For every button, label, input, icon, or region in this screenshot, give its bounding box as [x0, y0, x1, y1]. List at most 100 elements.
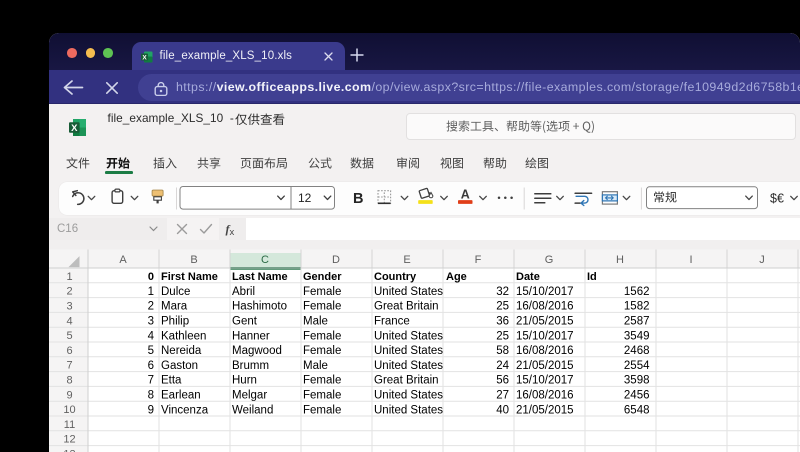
svg-text:Mara: Mara: [161, 300, 188, 312]
svg-text:27: 27: [496, 389, 509, 401]
svg-text:First Name: First Name: [161, 271, 218, 283]
svg-text:Female: Female: [303, 374, 341, 386]
svg-text:4: 4: [66, 315, 72, 327]
svg-text:A: A: [119, 254, 127, 266]
svg-text:3: 3: [66, 300, 72, 312]
svg-text:11: 11: [64, 418, 75, 430]
svg-text:2456: 2456: [624, 389, 650, 401]
svg-text:Great Britain: Great Britain: [374, 374, 439, 386]
svg-text:Country: Country: [374, 271, 417, 283]
svg-text:40: 40: [496, 404, 509, 416]
svg-text:B: B: [353, 191, 363, 207]
svg-text:6: 6: [148, 359, 154, 371]
svg-text:5: 5: [148, 345, 154, 357]
svg-text:E: E: [403, 254, 410, 266]
svg-text:3549: 3549: [624, 330, 650, 342]
svg-text:Gent: Gent: [232, 315, 258, 327]
svg-text:$€: $€: [770, 191, 784, 205]
svg-text:Brumm: Brumm: [232, 359, 269, 371]
svg-text:G: G: [545, 254, 554, 266]
svg-text:Gaston: Gaston: [161, 359, 198, 371]
svg-text:1582: 1582: [624, 300, 650, 312]
svg-text:56: 56: [496, 374, 509, 386]
svg-text:58: 58: [496, 345, 509, 357]
svg-text:X: X: [71, 123, 78, 134]
svg-text:Hanner: Hanner: [232, 330, 270, 342]
svg-text:Weiland: Weiland: [232, 404, 273, 416]
svg-text:3: 3: [148, 315, 154, 327]
svg-text:21/05/2015: 21/05/2015: [516, 359, 574, 371]
svg-text:32: 32: [496, 285, 509, 297]
svg-text:2587: 2587: [624, 315, 650, 327]
svg-text:12: 12: [63, 433, 75, 445]
svg-text:9: 9: [148, 404, 154, 416]
svg-text:2: 2: [148, 300, 154, 312]
svg-text:2468: 2468: [624, 345, 650, 357]
svg-text:Female: Female: [303, 345, 341, 357]
svg-text:D: D: [332, 254, 340, 266]
svg-text:Dulce: Dulce: [161, 285, 190, 297]
svg-text:Date: Date: [516, 271, 540, 283]
svg-text:Etta: Etta: [161, 374, 182, 386]
svg-text:United States: United States: [374, 404, 443, 416]
svg-text:Male: Male: [303, 359, 328, 371]
svg-text:15/10/2017: 15/10/2017: [516, 285, 574, 297]
svg-text:France: France: [374, 315, 410, 327]
svg-text:Kathleen: Kathleen: [161, 330, 206, 342]
svg-text:J: J: [759, 254, 765, 266]
svg-text:25: 25: [496, 300, 509, 312]
svg-text:B: B: [190, 254, 197, 266]
svg-text:C: C: [261, 254, 269, 266]
svg-text:United States: United States: [374, 389, 443, 401]
svg-text:Female: Female: [303, 330, 341, 342]
svg-text:United States: United States: [374, 359, 443, 371]
svg-text:15/10/2017: 15/10/2017: [516, 374, 574, 386]
svg-text:Male: Male: [303, 315, 328, 327]
svg-text:H: H: [616, 254, 624, 266]
svg-text:Female: Female: [303, 285, 341, 297]
svg-text:21/05/2015: 21/05/2015: [516, 315, 574, 327]
svg-text:Magwood: Magwood: [232, 345, 282, 357]
svg-text:Great Britain: Great Britain: [374, 300, 439, 312]
svg-text:Nereida: Nereida: [161, 345, 202, 357]
svg-text:1: 1: [66, 270, 72, 282]
svg-text:7: 7: [66, 359, 72, 371]
svg-text:United States: United States: [374, 345, 443, 357]
svg-text:Female: Female: [303, 300, 341, 312]
svg-text:Hashimoto: Hashimoto: [232, 300, 287, 312]
svg-text:12: 12: [298, 191, 312, 205]
svg-text:8: 8: [66, 374, 72, 386]
svg-text:0: 0: [148, 271, 154, 283]
svg-text:15/10/2017: 15/10/2017: [516, 330, 574, 342]
svg-text:Female: Female: [303, 389, 341, 401]
svg-text:Id: Id: [587, 271, 597, 283]
svg-text:United States: United States: [374, 285, 443, 297]
svg-text:F: F: [475, 254, 482, 266]
svg-text:Philip: Philip: [161, 315, 189, 327]
svg-text:7: 7: [148, 374, 154, 386]
svg-text:Hurn: Hurn: [232, 374, 257, 386]
svg-text:16/08/2016: 16/08/2016: [516, 389, 574, 401]
svg-text:21/05/2015: 21/05/2015: [516, 404, 574, 416]
svg-text:1562: 1562: [624, 285, 650, 297]
svg-text:Melgar: Melgar: [232, 389, 267, 401]
svg-text:16/08/2016: 16/08/2016: [516, 345, 574, 357]
svg-text:Earlean: Earlean: [161, 389, 201, 401]
svg-text:Vincenza: Vincenza: [161, 404, 209, 416]
svg-text:3598: 3598: [624, 374, 650, 386]
svg-text:1: 1: [148, 285, 154, 297]
svg-text:6: 6: [66, 344, 72, 356]
svg-text:9: 9: [66, 389, 72, 401]
svg-text:Female: Female: [303, 404, 341, 416]
svg-text:13: 13: [63, 448, 75, 452]
svg-text:25: 25: [496, 330, 509, 342]
svg-text:2554: 2554: [624, 359, 650, 371]
svg-text:6548: 6548: [624, 404, 650, 416]
svg-text:2: 2: [66, 285, 72, 297]
svg-text:Age: Age: [446, 271, 467, 283]
svg-text:24: 24: [496, 359, 509, 371]
svg-text:16/08/2016: 16/08/2016: [516, 300, 574, 312]
svg-text:36: 36: [496, 315, 509, 327]
svg-text:4: 4: [148, 330, 155, 342]
svg-text:United States: United States: [374, 330, 443, 342]
